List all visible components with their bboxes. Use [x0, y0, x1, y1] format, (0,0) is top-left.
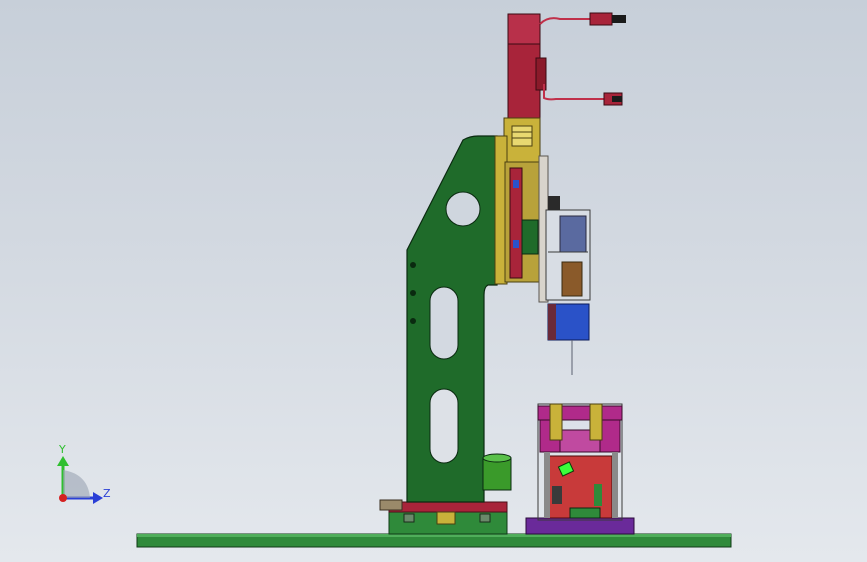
c-frame[interactable] [406, 135, 498, 503]
z-arrow-icon [93, 492, 103, 504]
origin-icon [59, 494, 67, 502]
cad-viewport[interactable]: Y Z [0, 0, 867, 562]
coupling-bracket[interactable] [503, 117, 541, 167]
servo-motor[interactable] [507, 13, 547, 119]
fixture[interactable] [525, 403, 635, 535]
motor-cable-upper[interactable] [539, 12, 626, 26]
base-plate[interactable] [136, 533, 732, 548]
side-cylinder[interactable] [482, 453, 512, 491]
motor-cable-lower[interactable] [543, 84, 623, 106]
camera-module[interactable] [545, 196, 591, 301]
axis-triad: Y Z [57, 443, 111, 504]
z-axis-label: Z [103, 487, 111, 500]
cad-model-view[interactable]: Y Z [0, 0, 867, 562]
y-arrow-icon [57, 456, 69, 466]
pressing-block[interactable] [547, 303, 590, 375]
triad-plane [63, 470, 90, 498]
frame-mount-plate[interactable] [379, 499, 508, 535]
y-axis-label: Y [58, 443, 66, 456]
